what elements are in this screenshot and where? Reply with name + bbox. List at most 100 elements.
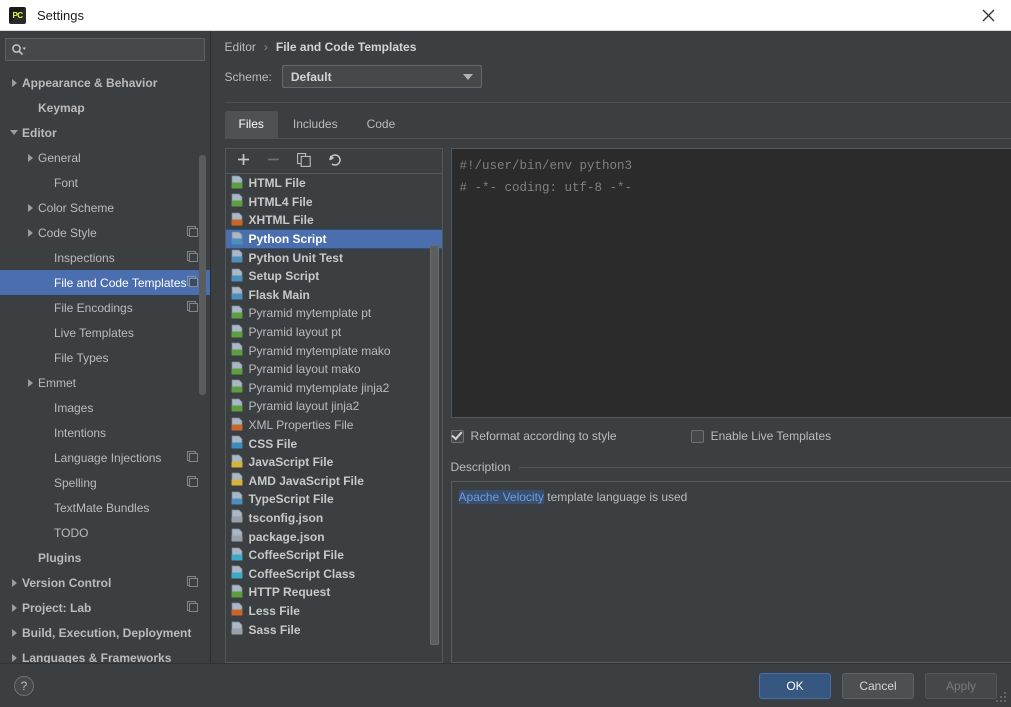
chevron-right-icon[interactable] bbox=[8, 652, 20, 664]
tab-code[interactable]: Code bbox=[353, 111, 410, 138]
sidebar-item-file-types[interactable]: File Types bbox=[0, 345, 210, 370]
template-list-item[interactable]: Pyramid mytemplate pt bbox=[226, 304, 442, 323]
sidebar-item-inspections[interactable]: Inspections bbox=[0, 245, 210, 270]
template-list-item[interactable]: Pyramid layout pt bbox=[226, 323, 442, 342]
apache-velocity-link[interactable]: Apache Velocity bbox=[459, 490, 544, 504]
chevron-right-icon[interactable] bbox=[24, 202, 36, 214]
sidebar-item-emmet[interactable]: Emmet bbox=[0, 370, 210, 395]
minus-icon bbox=[267, 153, 280, 169]
scheme-dropdown[interactable]: Default bbox=[282, 65, 482, 88]
sidebar-item-version-control[interactable]: Version Control bbox=[0, 570, 210, 595]
sidebar-item-font[interactable]: Font bbox=[0, 170, 210, 195]
template-name: Python Script bbox=[249, 232, 327, 246]
template-list-item[interactable]: JavaScript File bbox=[226, 453, 442, 472]
template-list-item[interactable]: CSS File bbox=[226, 434, 442, 453]
sidebar-item-build-execution-deployment[interactable]: Build, Execution, Deployment bbox=[0, 620, 210, 645]
template-list-item[interactable]: Sass File bbox=[226, 620, 442, 639]
live-templates-checkbox-box[interactable] bbox=[691, 430, 704, 443]
sidebar-item-editor[interactable]: Editor bbox=[0, 120, 210, 145]
resize-grip-icon[interactable] bbox=[994, 690, 1008, 704]
template-list-item[interactable]: package.json bbox=[226, 527, 442, 546]
copy-icon bbox=[297, 153, 311, 170]
reformat-checkbox-box[interactable] bbox=[451, 430, 464, 443]
chevron-right-icon[interactable] bbox=[24, 152, 36, 164]
sidebar-item-appearance-behavior[interactable]: Appearance & Behavior bbox=[0, 70, 210, 95]
template-list-scrollbar-track[interactable] bbox=[430, 175, 441, 661]
template-list-item[interactable]: Flask Main bbox=[226, 286, 442, 305]
template-name: Pyramid layout mako bbox=[249, 362, 361, 376]
chevron-right-icon[interactable] bbox=[24, 227, 36, 239]
settings-tree[interactable]: Appearance & BehaviorKeymapEditorGeneral… bbox=[0, 67, 210, 663]
template-list-item[interactable]: HTML4 File bbox=[226, 193, 442, 212]
template-list-item[interactable]: TypeScript File bbox=[226, 490, 442, 509]
template-list-item[interactable]: Less File bbox=[226, 602, 442, 621]
description-header: Description bbox=[451, 460, 1011, 474]
python-file-icon bbox=[230, 249, 244, 266]
tab-includes[interactable]: Includes bbox=[279, 111, 352, 138]
chevron-right-icon[interactable] bbox=[8, 77, 20, 89]
add-template-button[interactable] bbox=[236, 153, 252, 169]
chevron-right-icon[interactable] bbox=[8, 602, 20, 614]
template-list-item[interactable]: HTML File bbox=[226, 174, 442, 193]
template-list[interactable]: HTML FileHTML4 FileXHTML File Python Scri… bbox=[225, 173, 443, 663]
reformat-according-to-style-checkbox[interactable]: Reformat according to style bbox=[451, 429, 617, 443]
sidebar-item-todo[interactable]: TODO bbox=[0, 520, 210, 545]
sidebar-item-language-injections[interactable]: Language Injections bbox=[0, 445, 210, 470]
sidebar-item-project-lab[interactable]: Project: Lab bbox=[0, 595, 210, 620]
template-list-toolbar[interactable] bbox=[225, 148, 443, 173]
enable-live-templates-checkbox[interactable]: Enable Live Templates bbox=[691, 429, 832, 443]
template-list-item-selected[interactable]: Python Script bbox=[226, 230, 442, 249]
template-list-item[interactable]: CoffeeScript Class bbox=[226, 564, 442, 583]
template-code-editor[interactable]: #!/user/bin/env python3# -*- coding: utf… bbox=[451, 148, 1011, 418]
sidebar-item-file-encodings[interactable]: File Encodings bbox=[0, 295, 210, 320]
template-tabs[interactable]: FilesIncludesCode bbox=[225, 111, 1011, 138]
help-icon[interactable]: ? bbox=[14, 676, 34, 696]
sidebar-item-keymap[interactable]: Keymap bbox=[0, 95, 210, 120]
sidebar-item-label: Color Scheme bbox=[38, 201, 114, 215]
close-icon[interactable] bbox=[965, 0, 1011, 30]
breadcrumb-root[interactable]: Editor bbox=[225, 40, 256, 54]
template-list-item[interactable]: XHTML File bbox=[226, 211, 442, 230]
sidebar-item-color-scheme[interactable]: Color Scheme bbox=[0, 195, 210, 220]
sidebar-item-languages-frameworks[interactable]: Languages & Frameworks bbox=[0, 645, 210, 663]
sidebar-item-spelling[interactable]: Spelling bbox=[0, 470, 210, 495]
sidebar-item-file-and-code-templates[interactable]: File and Code Templates bbox=[0, 270, 210, 295]
sidebar-scrollbar-track[interactable] bbox=[200, 93, 208, 673]
sidebar-item-live-templates[interactable]: Live Templates bbox=[0, 320, 210, 345]
template-list-item[interactable]: CoffeeScript File bbox=[226, 546, 442, 565]
template-name: tsconfig.json bbox=[249, 511, 324, 525]
sidebar-item-intentions[interactable]: Intentions bbox=[0, 420, 210, 445]
copy-template-button[interactable] bbox=[296, 153, 312, 169]
search-field[interactable] bbox=[5, 38, 205, 61]
template-list-item[interactable]: tsconfig.json bbox=[226, 509, 442, 528]
ok-button[interactable]: OK bbox=[759, 673, 831, 699]
sidebar-item-general[interactable]: General bbox=[0, 145, 210, 170]
search-input[interactable] bbox=[26, 42, 204, 58]
template-list-item[interactable]: AMD JavaScript File bbox=[226, 472, 442, 491]
template-list-item[interactable]: Pyramid layout mako bbox=[226, 360, 442, 379]
template-list-item[interactable]: Pyramid mytemplate jinja2 bbox=[226, 379, 442, 398]
sidebar-item-plugins[interactable]: Plugins bbox=[0, 545, 210, 570]
template-list-item[interactable]: Python Unit Test bbox=[226, 248, 442, 267]
chevron-right-icon[interactable] bbox=[8, 627, 20, 639]
chevron-down-icon[interactable] bbox=[8, 127, 20, 139]
chevron-right-icon[interactable] bbox=[8, 577, 20, 589]
template-list-item[interactable]: Pyramid mytemplate mako bbox=[226, 341, 442, 360]
sidebar-item-textmate-bundles[interactable]: TextMate Bundles bbox=[0, 495, 210, 520]
template-list-item[interactable]: HTTP Request bbox=[226, 583, 442, 602]
tab-files[interactable]: Files bbox=[225, 111, 278, 138]
template-list-item[interactable]: Setup Script bbox=[226, 267, 442, 286]
templates-panes: HTML FileHTML4 FileXHTML File Python Scri… bbox=[225, 148, 1011, 663]
reset-template-button[interactable] bbox=[326, 153, 342, 169]
template-name: Pyramid mytemplate mako bbox=[249, 344, 391, 358]
chevron-right-icon[interactable] bbox=[24, 377, 36, 389]
sidebar-item-images[interactable]: Images bbox=[0, 395, 210, 420]
template-list-item[interactable]: XML Properties File bbox=[226, 416, 442, 435]
cancel-button[interactable]: Cancel bbox=[842, 673, 914, 699]
sidebar-item-code-style[interactable]: Code Style bbox=[0, 220, 210, 245]
template-list-scrollbar-thumb[interactable] bbox=[430, 245, 439, 645]
ts-file-icon bbox=[230, 491, 244, 508]
sidebar-scrollbar-thumb[interactable] bbox=[199, 155, 206, 395]
template-name: Python Unit Test bbox=[249, 251, 343, 265]
template-list-item[interactable]: Pyramid layout jinja2 bbox=[226, 397, 442, 416]
